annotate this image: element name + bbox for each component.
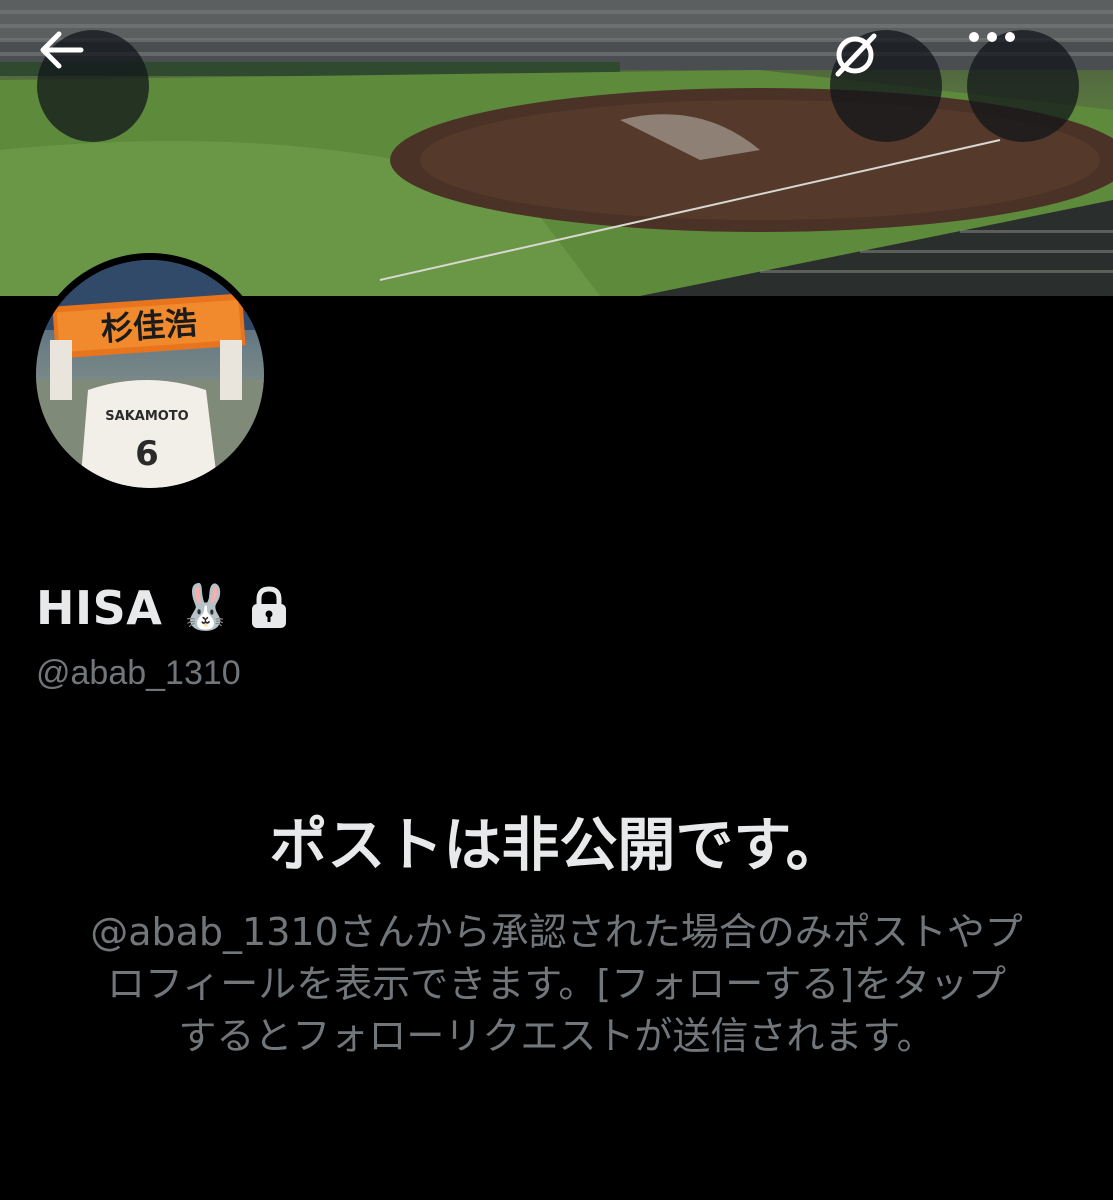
profile-banner[interactable] [0, 0, 1113, 296]
lock-icon [252, 586, 287, 628]
grok-button[interactable] [830, 30, 942, 142]
profile-avatar[interactable]: 杉佳浩 SAKAMOTO 6 [29, 253, 271, 495]
more-options-button[interactable] [967, 30, 1079, 142]
back-button[interactable] [37, 30, 149, 142]
avatar-jersey-number: 6 [135, 434, 159, 474]
profile-handle: @abab_1310 [36, 654, 241, 692]
more-dots-icon [969, 32, 1015, 42]
stadium-banner-image [0, 0, 1113, 296]
display-name: HISA [36, 581, 163, 635]
arrow-left-icon [40, 31, 84, 69]
avatar-image: 杉佳浩 SAKAMOTO 6 [36, 260, 264, 488]
avatar-jersey-name: SAKAMOTO [105, 409, 188, 424]
rabbit-emoji: 🐰 [178, 582, 234, 633]
display-name-row: HISA 🐰 [36, 578, 289, 638]
avatar-photo: 杉佳浩 SAKAMOTO 6 [36, 260, 264, 488]
private-notice-title: ポストは非公開です。 [269, 811, 844, 879]
private-notice-body: @abab_1310さんから承認された場合のみポストやプロフィールを表示できます… [90, 910, 1023, 1058]
avatar-towel-text: 杉佳浩 [100, 304, 198, 349]
grok-icon [835, 33, 877, 77]
